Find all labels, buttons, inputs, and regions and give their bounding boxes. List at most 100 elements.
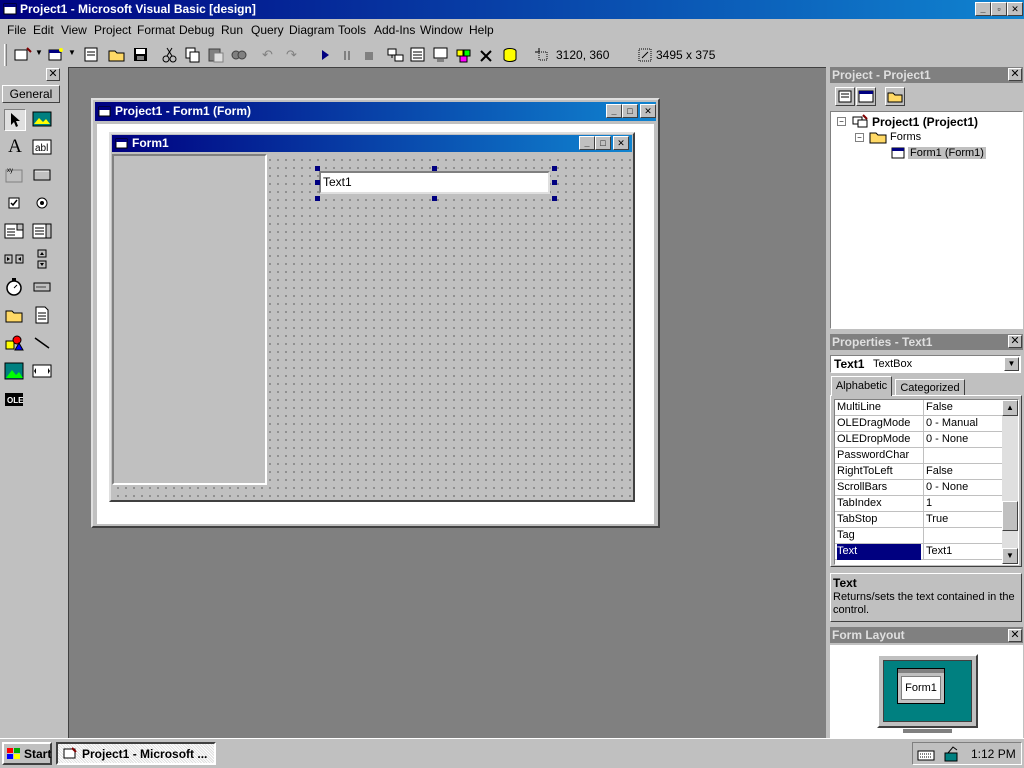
text1-textbox[interactable]: Text1 bbox=[319, 171, 550, 194]
dirlistbox-tool[interactable] bbox=[4, 305, 26, 327]
project-root-node[interactable]: Project1 (Project1) bbox=[872, 115, 978, 129]
property-row-selected[interactable]: Text Text1 bbox=[835, 544, 1002, 560]
property-row[interactable]: PasswordChar bbox=[835, 448, 1002, 464]
form-designer-window[interactable]: Project1 - Form1 (Form) _ □ ✕ Form1 _ □ … bbox=[91, 98, 660, 528]
form-layout-title[interactable]: Form Layout bbox=[830, 627, 1023, 643]
resize-handle[interactable] bbox=[552, 166, 557, 171]
pointer-tool[interactable] bbox=[4, 109, 26, 131]
taskbar-task-vb[interactable]: Project1 - Microsoft ... bbox=[56, 742, 216, 765]
undo-icon[interactable]: ↶ bbox=[262, 47, 273, 63]
data-view-icon[interactable] bbox=[501, 46, 519, 64]
menu-help[interactable]: Help bbox=[469, 23, 494, 37]
open-folder-icon[interactable] bbox=[108, 46, 126, 64]
paste-icon[interactable] bbox=[207, 46, 225, 64]
ole-tool[interactable]: OLE bbox=[4, 389, 26, 411]
property-row[interactable]: OLEDropMode 0 - None bbox=[835, 432, 1002, 448]
hscrollbar-tool[interactable] bbox=[4, 249, 26, 271]
designer-maximize-button[interactable]: □ bbox=[622, 104, 638, 118]
form1-title-bar[interactable]: Form1 _ □ ✕ bbox=[112, 135, 632, 152]
designer-close-button[interactable]: ✕ bbox=[640, 104, 656, 118]
object-selector-dropdown-icon[interactable]: ▼ bbox=[1004, 357, 1019, 371]
designer-minimize-button[interactable]: _ bbox=[606, 104, 622, 118]
menu-edit[interactable]: Edit bbox=[33, 23, 54, 37]
menu-editor-icon[interactable] bbox=[82, 46, 100, 64]
collapse-toggle[interactable]: − bbox=[837, 117, 846, 126]
project-explorer-title[interactable]: Project - Project1 bbox=[830, 67, 1023, 83]
shape-tool[interactable] bbox=[4, 333, 26, 355]
property-row[interactable]: RightToLeft False bbox=[835, 464, 1002, 480]
keyboard-icon[interactable] bbox=[917, 746, 935, 762]
save-icon[interactable] bbox=[132, 46, 150, 64]
tab-categorized[interactable]: Categorized bbox=[895, 379, 965, 396]
resize-handle[interactable] bbox=[315, 166, 320, 171]
menu-format[interactable]: Format bbox=[137, 23, 175, 37]
tab-alphabetic[interactable]: Alphabetic bbox=[831, 376, 892, 396]
network-icon[interactable] bbox=[943, 745, 961, 763]
find-icon[interactable] bbox=[230, 46, 248, 64]
form-designer-title-bar[interactable]: Project1 - Form1 (Form) _ □ ✕ bbox=[95, 102, 656, 121]
menu-diagram[interactable]: Diagram bbox=[289, 23, 334, 37]
minimize-button[interactable]: _ bbox=[975, 2, 991, 16]
form1-grid[interactable]: Text1 bbox=[112, 154, 632, 499]
property-row[interactable]: TabStop True bbox=[835, 512, 1002, 528]
project-explorer-close-button[interactable]: ✕ bbox=[1008, 68, 1022, 81]
forms-folder-node[interactable]: Forms bbox=[890, 131, 921, 143]
start-icon[interactable] bbox=[318, 47, 332, 63]
menu-tools[interactable]: Tools bbox=[338, 23, 366, 37]
menu-view[interactable]: View bbox=[61, 23, 87, 37]
end-icon[interactable] bbox=[362, 47, 376, 63]
copy-icon[interactable] bbox=[184, 46, 202, 64]
break-icon[interactable] bbox=[340, 47, 354, 63]
form-layout-close-button[interactable]: ✕ bbox=[1008, 629, 1022, 642]
optionbutton-tool[interactable] bbox=[32, 193, 54, 215]
label-tool[interactable]: A bbox=[4, 137, 26, 159]
view-code-button[interactable] bbox=[835, 87, 855, 106]
object-selector[interactable]: Text1 TextBox ▼ bbox=[830, 355, 1021, 373]
resize-handle[interactable] bbox=[432, 196, 437, 201]
property-row[interactable]: ScrollBars 0 - None bbox=[835, 480, 1002, 496]
resize-handle[interactable] bbox=[315, 180, 320, 185]
property-row[interactable]: TabIndex 1 bbox=[835, 496, 1002, 512]
clock[interactable]: 1:12 PM bbox=[971, 747, 1016, 761]
form1-thumbnail[interactable]: Form1 bbox=[897, 668, 945, 704]
property-row[interactable]: Tag bbox=[835, 528, 1002, 544]
properties-window-icon[interactable] bbox=[409, 46, 427, 64]
filelistbox-tool[interactable] bbox=[32, 305, 54, 327]
menu-debug[interactable]: Debug bbox=[179, 23, 214, 37]
form1-maximize-button[interactable]: □ bbox=[595, 136, 611, 150]
add-form-dropdown-icon[interactable]: ▼ bbox=[68, 48, 76, 57]
line-tool[interactable] bbox=[32, 333, 54, 355]
listbox-tool[interactable] bbox=[32, 221, 54, 243]
toolbox-tab-general[interactable]: General bbox=[2, 85, 60, 103]
resize-handle[interactable] bbox=[432, 166, 437, 171]
add-project-dropdown-icon[interactable]: ▼ bbox=[35, 48, 43, 57]
object-browser-icon[interactable] bbox=[455, 46, 473, 64]
start-button[interactable]: Start bbox=[2, 742, 52, 765]
property-row[interactable]: OLEDragMode 0 - Manual bbox=[835, 416, 1002, 432]
data-tool[interactable] bbox=[32, 361, 54, 383]
property-grid-scrollbar[interactable]: ▲ ▼ bbox=[1002, 400, 1018, 564]
properties-close-button[interactable]: ✕ bbox=[1008, 335, 1022, 348]
form-layout-icon[interactable] bbox=[432, 46, 450, 64]
menu-project[interactable]: Project bbox=[94, 23, 131, 37]
resize-handle[interactable] bbox=[315, 196, 320, 201]
frame-tool[interactable]: xy bbox=[4, 165, 26, 187]
menu-run[interactable]: Run bbox=[221, 23, 243, 37]
project-explorer-icon[interactable] bbox=[386, 46, 406, 64]
form1-close-button[interactable]: ✕ bbox=[613, 136, 629, 150]
resize-handle[interactable] bbox=[552, 180, 557, 185]
collapse-toggle[interactable]: − bbox=[855, 133, 864, 142]
picturebox-tool[interactable] bbox=[32, 109, 54, 131]
scroll-up-icon[interactable]: ▲ bbox=[1002, 400, 1018, 416]
toolbox-icon[interactable] bbox=[478, 46, 496, 64]
frame-control[interactable] bbox=[112, 154, 267, 485]
form1-node[interactable]: Form1 (Form1) bbox=[908, 147, 986, 159]
close-button[interactable]: ✕ bbox=[1007, 2, 1023, 16]
menu-file[interactable]: File bbox=[7, 23, 26, 37]
scroll-thumb[interactable] bbox=[1002, 501, 1018, 531]
textbox-tool[interactable]: abl bbox=[32, 137, 54, 159]
checkbox-tool[interactable] bbox=[4, 193, 26, 215]
toolbox-close-button[interactable]: ✕ bbox=[46, 68, 60, 81]
project-tree[interactable]: − Project1 (Project1) − Forms Form1 (For… bbox=[830, 111, 1023, 329]
vscrollbar-tool[interactable] bbox=[32, 249, 54, 271]
